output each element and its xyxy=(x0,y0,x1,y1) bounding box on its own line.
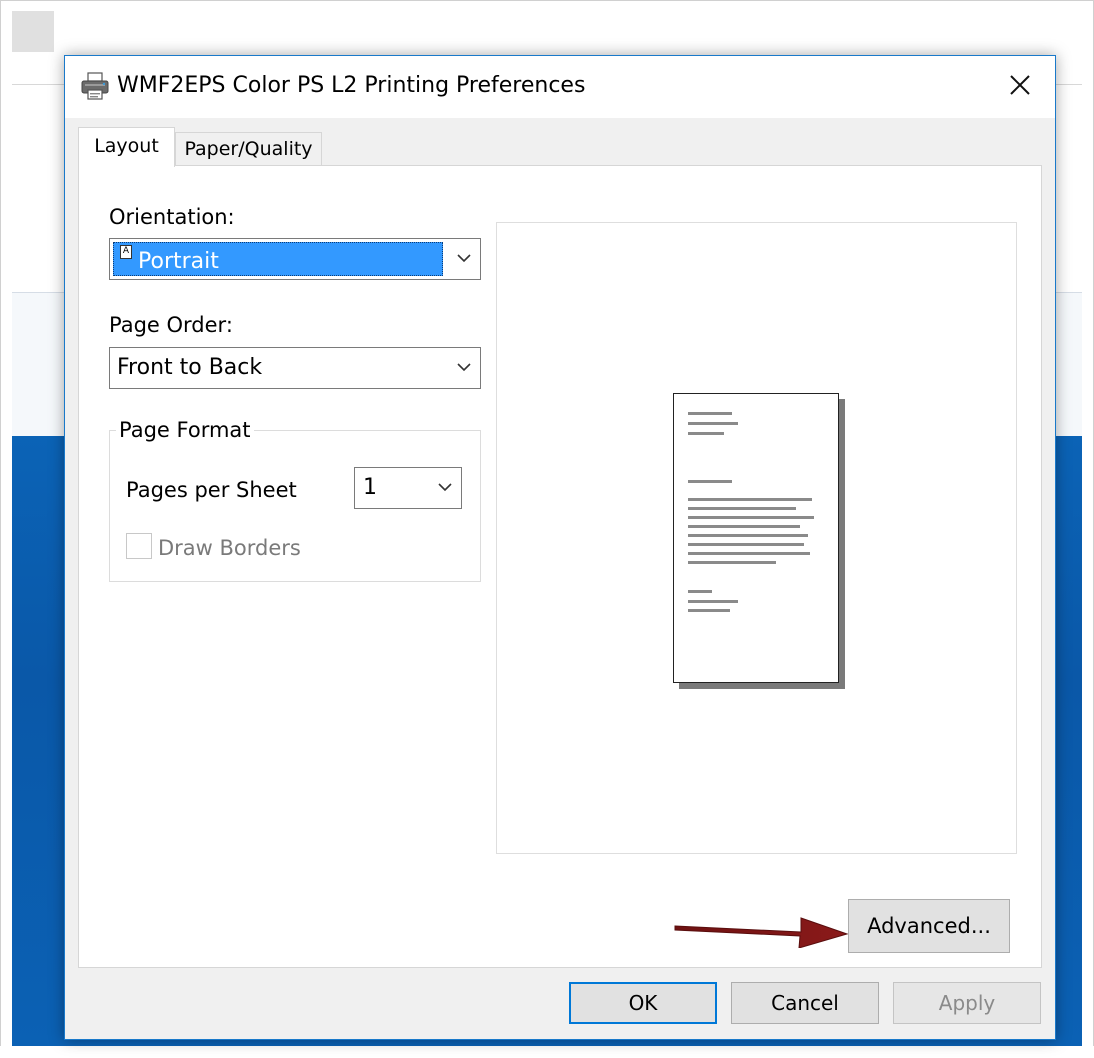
preview-text-line xyxy=(688,561,776,564)
page-order-label: Page Order: xyxy=(109,313,233,337)
preview-text-line xyxy=(688,516,814,519)
chevron-down-icon xyxy=(438,483,452,492)
ok-button[interactable]: OK xyxy=(569,982,717,1024)
title-bar: WMF2EPS Color PS L2 Printing Preferences xyxy=(65,56,1055,118)
orientation-selection-highlight: A Portrait xyxy=(113,242,443,276)
draw-borders-checkbox[interactable] xyxy=(126,533,152,559)
tab-paper-quality[interactable]: Paper/Quality xyxy=(175,132,322,166)
cancel-button[interactable]: Cancel xyxy=(731,982,879,1024)
layout-preview xyxy=(496,222,1017,854)
preview-text-line xyxy=(688,412,732,415)
preview-text-line xyxy=(688,552,810,555)
pages-per-sheet-label: Pages per Sheet xyxy=(126,478,297,502)
orientation-label: Orientation: xyxy=(109,205,235,229)
annotation-arrow xyxy=(674,917,849,948)
tab-layout[interactable]: Layout xyxy=(78,127,175,167)
orientation-dropdown[interactable]: A Portrait xyxy=(109,238,481,280)
preview-text-line xyxy=(688,590,712,593)
chevron-down-icon xyxy=(457,363,471,372)
close-icon xyxy=(1010,75,1030,95)
page-order-value: Front to Back xyxy=(117,355,263,380)
preview-text-line xyxy=(688,498,812,501)
page-format-group: Page Format Pages per Sheet 1 Draw Borde… xyxy=(109,417,481,582)
pages-per-sheet-dropdown[interactable]: 1 xyxy=(354,467,462,509)
apply-button[interactable]: Apply xyxy=(893,982,1041,1024)
preview-text-line xyxy=(688,609,730,612)
page-format-label: Page Format xyxy=(116,417,254,443)
dialog-title: WMF2EPS Color PS L2 Printing Preferences xyxy=(117,73,586,98)
preview-text-line xyxy=(688,422,738,425)
pages-per-sheet-value: 1 xyxy=(363,475,377,500)
background-bottom-edge xyxy=(0,1046,1094,1058)
close-button[interactable] xyxy=(985,56,1055,114)
printing-preferences-dialog: WMF2EPS Color PS L2 Printing Preferences… xyxy=(64,55,1056,1040)
preview-page xyxy=(673,393,839,683)
preview-text-line xyxy=(688,600,738,603)
portrait-page-icon: A xyxy=(120,245,132,259)
draw-borders-label: Draw Borders xyxy=(158,536,301,560)
preview-text-line xyxy=(688,480,732,483)
preview-text-line xyxy=(688,507,796,510)
printer-icon xyxy=(81,72,109,100)
preview-text-line xyxy=(688,534,808,537)
preview-text-line xyxy=(688,543,804,546)
orientation-value: Portrait xyxy=(138,249,219,274)
advanced-button[interactable]: Advanced... xyxy=(848,899,1010,953)
chevron-down-icon xyxy=(457,254,471,263)
background-app-icon xyxy=(12,11,54,52)
preview-text-line xyxy=(688,432,724,435)
preview-text-line xyxy=(688,525,800,528)
page-order-dropdown[interactable]: Front to Back xyxy=(109,347,481,389)
layout-tab-panel: Orientation: A Portrait Page Order: Fron… xyxy=(78,165,1042,968)
